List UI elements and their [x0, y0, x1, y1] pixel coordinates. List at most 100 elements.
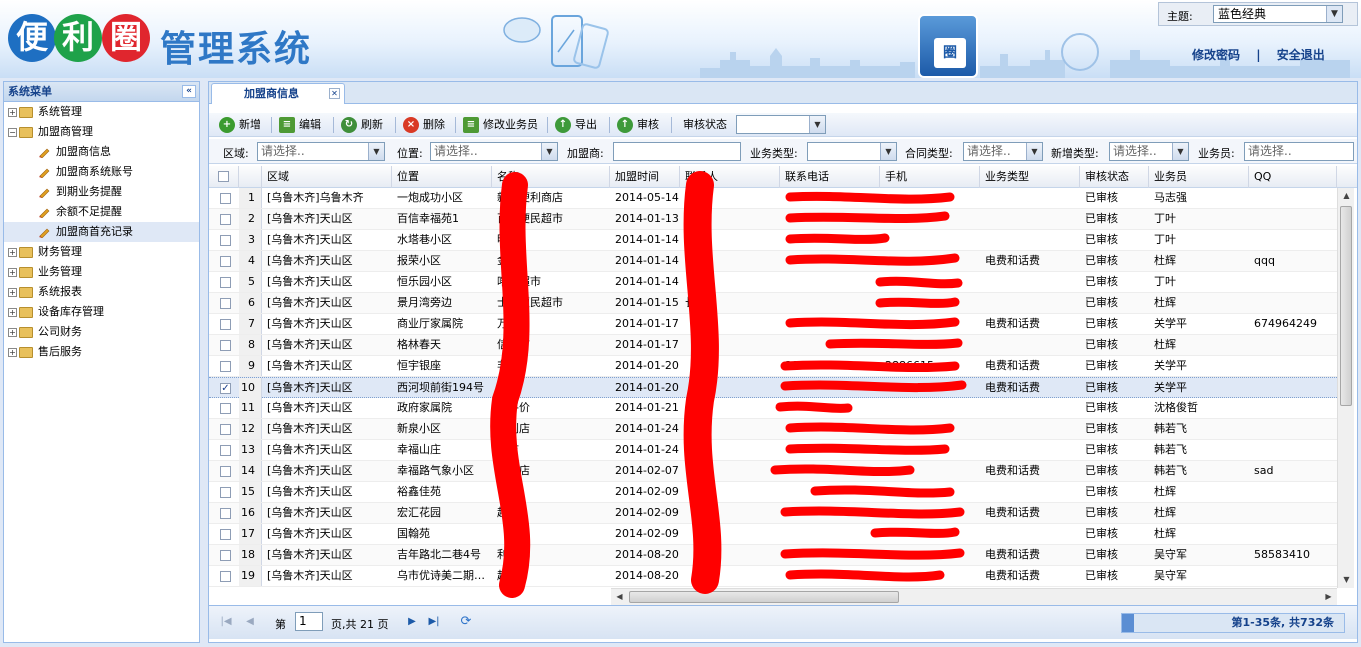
column-header[interactable]: 联系电话	[780, 166, 880, 188]
row-checkbox[interactable]	[220, 235, 231, 246]
chevron-down-icon[interactable]: ▼	[809, 116, 825, 133]
column-header[interactable]: 加盟时间	[610, 166, 680, 188]
column-header[interactable]: 审核状态	[1080, 166, 1149, 188]
logout-link[interactable]: 安全退出	[1277, 48, 1325, 62]
table-row[interactable]: 12 [乌鲁木齐]天山区 新泉小区 便利店 2014-01-24 已审核 韩若飞	[209, 419, 1337, 440]
table-row[interactable]: 17 [乌鲁木齐]天山区 国翰苑 2014-02-09 已审核 杜辉	[209, 524, 1337, 545]
table-row[interactable]: 7 [乌鲁木齐]天山区 商业厅家属院 万 2014-01-17 电费和话费 已审核 关学平 67…	[209, 314, 1337, 335]
chevron-down-icon[interactable]: ▼	[541, 143, 557, 160]
column-header[interactable]: 业务类型	[980, 166, 1080, 188]
sidebar-item[interactable]: − 加盟商管理	[4, 122, 199, 142]
table-row[interactable]: 8 [乌鲁木齐]天山区 格林春天 信超市 2014-01-17 已审核 杜辉	[209, 335, 1337, 356]
biz-type-select[interactable]: ▼	[807, 142, 897, 161]
column-header[interactable]: QQ	[1249, 166, 1337, 188]
close-icon[interactable]: ✕	[329, 88, 340, 99]
sidebar-item[interactable]: + 业务管理	[4, 262, 199, 282]
select-all-checkbox[interactable]	[218, 171, 229, 182]
column-header[interactable]: 位置	[392, 166, 492, 188]
row-checkbox[interactable]	[220, 277, 231, 288]
chevron-down-icon[interactable]: ▼	[1026, 143, 1042, 160]
sidebar-item[interactable]: + 财务管理	[4, 242, 199, 262]
table-row[interactable]: 19 [乌鲁木齐]天山区 乌市优诗美二期… 超市 2014-08-20 电费和话费 已审核 吴…	[209, 566, 1337, 587]
scroll-thumb[interactable]	[1340, 206, 1352, 406]
sidebar-item[interactable]: + 设备库存管理	[4, 302, 199, 322]
chevron-down-icon[interactable]: ▼	[1172, 143, 1188, 160]
sidebar-item[interactable]: + 系统报表	[4, 282, 199, 302]
location-select[interactable]: 请选择.. ▼	[430, 142, 558, 161]
table-row[interactable]: 4 [乌鲁木齐]天山区 报荣小区 金 2014-01-14 电费和话费 已审核 杜辉 qqq	[209, 251, 1337, 272]
row-checkbox[interactable]	[220, 487, 231, 498]
first-page-icon[interactable]: |◀	[219, 615, 233, 629]
row-checkbox[interactable]	[220, 508, 231, 519]
sidebar-item[interactable]: 加盟商信息	[4, 142, 199, 162]
table-row[interactable]: 13 [乌鲁木齐]天山区 幸福山庄 超市 2014-01-24 已审核 韩若飞	[209, 440, 1337, 461]
chevron-down-icon[interactable]: ▼	[1326, 6, 1342, 22]
tab-dealer-info[interactable]: 加盟商信息 ✕	[211, 83, 345, 104]
column-header[interactable]: 区域	[262, 166, 392, 188]
row-checkbox[interactable]	[220, 298, 231, 309]
scroll-right-icon[interactable]: ▶	[1320, 589, 1337, 605]
delete-button[interactable]: × 删除	[403, 116, 445, 134]
dealer-input[interactable]	[613, 142, 741, 161]
table-row[interactable]: 16 [乌鲁木齐]天山区 宏汇花园 超市 2014-02-09 电费和话费 已审核 杜辉	[209, 503, 1337, 524]
expand-icon[interactable]: +	[8, 247, 17, 257]
table-row[interactable]: 9 [乌鲁木齐]天山区 恒宇银座 非利 2014-01-20 2886615 2886615…	[209, 356, 1337, 377]
theme-select[interactable]: 蓝色经典 ▼	[1213, 5, 1343, 23]
sidebar-item[interactable]: 加盟商系统账号	[4, 162, 199, 182]
table-row[interactable]: 15 [乌鲁木齐]天山区 裕鑫佳苑 2014-02-09 已审核 杜辉	[209, 482, 1337, 503]
column-header[interactable]: 名称	[492, 166, 610, 188]
collapse-left-icon[interactable]: «	[182, 85, 196, 98]
row-checkbox[interactable]	[220, 403, 231, 414]
audit-button[interactable]: ↑ 审核	[617, 116, 659, 134]
sidebar-item[interactable]: 加盟商首充记录	[4, 222, 199, 242]
horizontal-scrollbar[interactable]: ◀ ▶	[611, 588, 1337, 605]
row-checkbox[interactable]	[220, 529, 231, 540]
row-checkbox[interactable]	[220, 319, 231, 330]
expand-icon[interactable]: +	[8, 307, 17, 317]
scroll-down-icon[interactable]: ▼	[1338, 572, 1355, 588]
table-row[interactable]: 6 [乌鲁木齐]天山区 景月湾旁边 士多便民超市 2014-01-15 长提 已审核 杜辉	[209, 293, 1337, 314]
table-row[interactable]: 11 [乌鲁木齐]天山区 政府家属院 金平价 2014-01-21 已审核 沈格俊哲	[209, 398, 1337, 419]
table-row[interactable]: 1 [乌鲁木齐]乌鲁木齐 一炮成功小区 新疆便利商店 2014-05-14 已审核 马志强	[209, 188, 1337, 209]
export-button[interactable]: ↑ 导出	[555, 116, 597, 134]
row-checkbox[interactable]	[220, 424, 231, 435]
row-checkbox[interactable]	[220, 571, 231, 582]
refresh-button[interactable]: ↻ 刷新	[341, 116, 383, 134]
row-checkbox[interactable]	[220, 214, 231, 225]
table-row[interactable]: 2 [乌鲁木齐]天山区 百信幸福苑1 百信便民超市 2014-01-13 已审核 丁叶	[209, 209, 1337, 230]
expand-icon[interactable]: +	[8, 347, 17, 357]
sidebar-item[interactable]: + 系统管理	[4, 102, 199, 122]
region-select[interactable]: 请选择.. ▼	[257, 142, 385, 161]
sidebar-item[interactable]: 到期业务提醒	[4, 182, 199, 202]
scroll-up-icon[interactable]: ▲	[1338, 188, 1355, 204]
vertical-scrollbar[interactable]: ▲ ▼	[1337, 188, 1354, 588]
table-row[interactable]: 5 [乌鲁木齐]天山区 恒乐园小区 喀什超市 2014-01-14 已审核 丁叶	[209, 272, 1337, 293]
sidebar-item[interactable]: 余额不足提醒	[4, 202, 199, 222]
next-page-icon[interactable]: ▶	[405, 615, 419, 629]
scroll-thumb[interactable]	[629, 591, 899, 603]
edit-button[interactable]: ≡ 编辑	[279, 116, 321, 134]
column-header[interactable]: 联系人	[680, 166, 780, 188]
row-checkbox[interactable]	[220, 340, 231, 351]
row-checkbox[interactable]	[220, 193, 231, 204]
chevron-down-icon[interactable]: ▼	[880, 143, 896, 160]
change-password-link[interactable]: 修改密码	[1192, 48, 1240, 62]
add-button[interactable]: + 新增	[219, 116, 261, 134]
expand-icon[interactable]: +	[8, 327, 17, 337]
table-row[interactable]: 3 [乌鲁木齐]天山区 水塔巷小区 明 2014-01-14 已审核 丁叶	[209, 230, 1337, 251]
refresh-icon[interactable]: ⟳	[459, 615, 473, 629]
sidebar-item[interactable]: + 公司财务	[4, 322, 199, 342]
audit-status-select[interactable]: ▼	[736, 115, 826, 134]
column-header[interactable]: 业务员	[1149, 166, 1249, 188]
salesman-select[interactable]: 请选择..	[1244, 142, 1354, 161]
row-checkbox[interactable]	[220, 256, 231, 267]
scroll-left-icon[interactable]: ◀	[611, 589, 628, 605]
table-row[interactable]: 14 [乌鲁木齐]天山区 幸福路气象小区 便利店 2014-02-07 电费和话费 已审核 韩…	[209, 461, 1337, 482]
row-checkbox[interactable]	[220, 445, 231, 456]
collapse-icon[interactable]: −	[8, 127, 17, 137]
row-checkbox[interactable]: ✓	[220, 383, 231, 394]
last-page-icon[interactable]: ▶|	[427, 615, 441, 629]
table-row[interactable]: 18 [乌鲁木齐]天山区 吉年路北二巷4号 利店 2014-08-20 电费和话费 已审核 吴…	[209, 545, 1337, 566]
contract-type-select[interactable]: 请选择.. ▼	[963, 142, 1043, 161]
page-number-input[interactable]: 1	[295, 612, 323, 631]
